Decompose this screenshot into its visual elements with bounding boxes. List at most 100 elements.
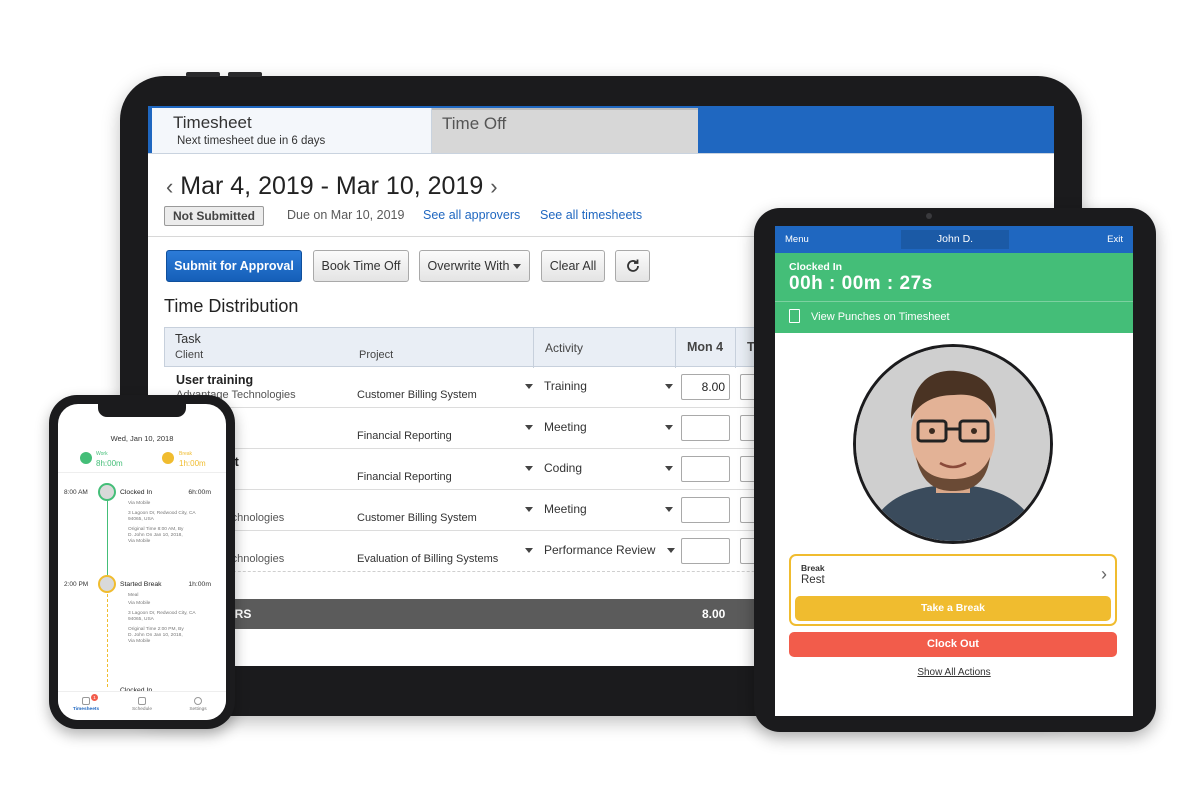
work-label: Work (96, 451, 108, 457)
clock-screen: Menu John D. Exit Clocked In 00h : 00m :… (775, 226, 1133, 716)
person-photo (856, 347, 1050, 541)
divider (58, 472, 226, 473)
tab-timesheet-label: Timesheet (173, 113, 252, 132)
row-activity[interactable]: Coding (544, 461, 582, 475)
row-activity[interactable]: Performance Review (544, 543, 655, 557)
avatar (853, 344, 1053, 544)
show-all-actions-link[interactable]: Show All Actions (775, 667, 1133, 678)
divider (775, 301, 1133, 302)
due-date: Due on Mar 10, 2019 (287, 208, 405, 222)
book-time-off-button[interactable]: Book Time Off (313, 250, 409, 282)
event-meta: 94065, USA (128, 517, 154, 522)
nav-timesheets[interactable]: Timesheets (58, 707, 114, 712)
row-project: Evaluation of Billing Systems (357, 553, 499, 565)
tab-time-off-label: Time Off (442, 114, 507, 133)
col-activity: Activity (545, 341, 584, 355)
date-range-text: Mar 4, 2019 - Mar 10, 2019 (180, 172, 484, 200)
row-activity[interactable]: Training (544, 379, 587, 393)
tab-timesheet-sub: Next timesheet due in 6 days (177, 135, 326, 147)
exit-button[interactable]: Exit (1107, 234, 1123, 245)
chevron-down-icon (513, 264, 522, 270)
see-timesheets-link[interactable]: See all timesheets (540, 208, 642, 222)
nav-schedule[interactable]: Schedule (114, 707, 170, 712)
hours-input[interactable] (681, 456, 730, 482)
notification-badge: 1 (91, 694, 98, 701)
view-punches-link[interactable]: View Punches on Timesheet (811, 311, 950, 323)
hours-input[interactable] (681, 497, 730, 523)
activity-dropdown-icon[interactable] (665, 507, 673, 512)
activity-dropdown-icon[interactable] (665, 466, 673, 471)
row-project: Financial Reporting (357, 430, 452, 442)
break-icon (162, 452, 174, 464)
break-value: 1h:00m (179, 459, 206, 468)
clear-all-button[interactable]: Clear All (541, 250, 605, 282)
hours-input[interactable]: 8.00 (681, 374, 730, 400)
event-name: Started Break (120, 581, 162, 588)
refresh-button[interactable] (615, 250, 650, 282)
tab-timesheet[interactable]: Timesheet Next timesheet due in 6 days (152, 108, 432, 153)
section-title: Time Distribution (164, 296, 299, 316)
avatar (98, 575, 116, 593)
calendar-icon[interactable] (138, 697, 146, 705)
chevron-left-icon[interactable]: ‹ (166, 174, 173, 199)
gear-icon[interactable] (194, 697, 202, 705)
break-label: Break (801, 563, 825, 573)
event-meta: Via Mobile (128, 601, 151, 606)
date-range: ‹ Mar 4, 2019 - Mar 10, 2019 › (166, 172, 498, 201)
document-icon (789, 309, 800, 323)
submit-approval-button[interactable]: Submit for Approval (166, 250, 302, 282)
row-task: User training (176, 373, 254, 387)
overwrite-with-label: Overwrite With (427, 259, 510, 273)
overwrite-with-button[interactable]: Overwrite With (419, 250, 530, 282)
row-activity[interactable]: Meeting (544, 420, 587, 434)
phone-screen: Wed, Jan 10, 2018 Work 8h:00m Break 1h:0… (58, 404, 226, 720)
status-badge: Not Submitted (164, 206, 264, 226)
phone-notch (98, 404, 186, 417)
col-divider (735, 328, 736, 368)
total-value: 8.00 (702, 607, 726, 621)
phone-date: Wed, Jan 10, 2018 (110, 434, 174, 443)
clock-out-button[interactable]: Clock Out (789, 632, 1117, 657)
activity-dropdown-icon[interactable] (665, 425, 673, 430)
project-dropdown-icon[interactable] (525, 507, 533, 512)
col-project: Project (359, 349, 394, 361)
camera-icon (926, 213, 932, 219)
nav-settings[interactable]: Settings (170, 707, 226, 712)
take-break-button[interactable]: Take a Break (795, 596, 1111, 621)
event-meta: Meal (128, 593, 139, 598)
avatar (98, 483, 116, 501)
clock-timer: 00h : 00m : 27s (789, 273, 933, 294)
row-project: Customer Billing System (357, 389, 477, 401)
menu-button[interactable]: Menu (785, 234, 809, 245)
hours-input[interactable] (681, 538, 730, 564)
project-dropdown-icon[interactable] (525, 425, 533, 430)
timesheet-icon[interactable] (82, 697, 90, 705)
hours-input[interactable] (681, 415, 730, 441)
event-time: 2:00 PM (64, 581, 89, 588)
event-meta: Via Mobile (128, 501, 151, 506)
work-value: 8h:00m (96, 459, 123, 468)
row-activity[interactable]: Meeting (544, 502, 587, 516)
project-dropdown-icon[interactable] (525, 548, 533, 553)
break-type: Rest (801, 574, 825, 586)
timeline-work (107, 496, 108, 584)
clock-header: Menu John D. Exit (775, 226, 1133, 253)
tab-time-off[interactable]: Time Off (432, 108, 698, 153)
row-project: Customer Billing System (357, 512, 477, 524)
event-meta: 94065, USA (128, 617, 154, 622)
chevron-right-icon[interactable]: › (1101, 564, 1107, 585)
activity-dropdown-icon[interactable] (665, 384, 673, 389)
refresh-icon (626, 259, 639, 272)
tablet-button (186, 72, 220, 77)
work-icon (80, 452, 92, 464)
break-card[interactable]: Break Rest › Take a Break (789, 554, 1117, 626)
break-label: Break (179, 451, 193, 457)
project-dropdown-icon[interactable] (525, 384, 533, 389)
activity-dropdown-icon[interactable] (667, 548, 675, 553)
see-approvers-link[interactable]: See all approvers (423, 208, 520, 222)
timeline-break (107, 589, 108, 687)
project-dropdown-icon[interactable] (525, 466, 533, 471)
user-name: John D. (901, 230, 1009, 249)
chevron-right-icon[interactable]: › (490, 174, 497, 199)
bottom-nav: 1 Timesheets Schedule Settings (58, 691, 226, 720)
